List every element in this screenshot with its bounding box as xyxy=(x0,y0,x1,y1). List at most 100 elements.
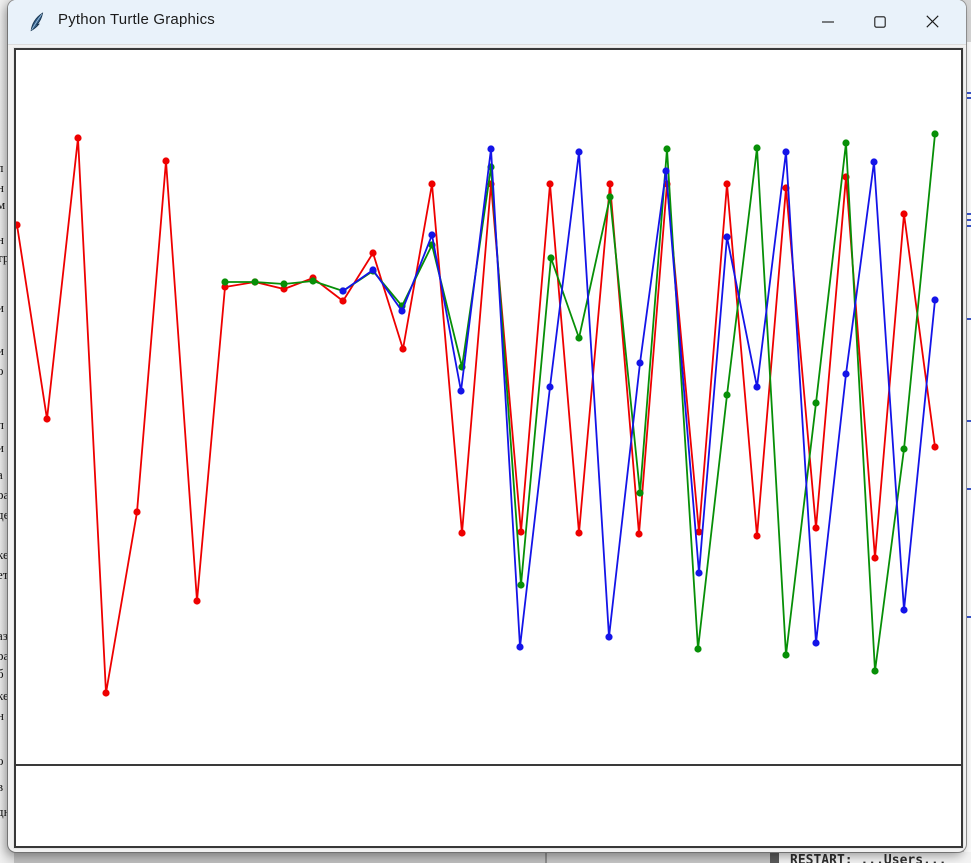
blue-series-point xyxy=(753,383,760,390)
background-text-fragment: о xyxy=(0,363,4,379)
background-text-mark xyxy=(967,97,971,99)
blue-series-point xyxy=(782,148,789,155)
green-series-point xyxy=(842,139,849,146)
red-series-point xyxy=(369,249,376,256)
green-series-point xyxy=(900,445,907,452)
blue-series-point xyxy=(723,233,730,240)
background-text-fragment: и xyxy=(0,343,4,359)
background-text-fragment: в xyxy=(0,779,3,795)
background-text-fragment: н xyxy=(0,708,4,724)
green-series-point xyxy=(636,489,643,496)
background-text-fragment: н xyxy=(0,180,4,196)
red-series-point xyxy=(871,554,878,561)
bottom-strip-segment xyxy=(547,852,770,863)
red-series-point xyxy=(102,689,109,696)
background-text-fragment: и xyxy=(0,440,4,456)
green-series-point xyxy=(251,278,258,285)
close-button[interactable] xyxy=(906,0,958,43)
turtle-canvas xyxy=(14,48,963,848)
bottom-strip-segment xyxy=(0,852,545,863)
blue-series-point xyxy=(546,383,553,390)
blue-series-point xyxy=(662,167,669,174)
red-series-point xyxy=(193,597,200,604)
background-text-fragment: л xyxy=(0,160,4,176)
blue-series-point xyxy=(339,287,346,294)
green-series-point xyxy=(694,645,701,652)
red-series-point xyxy=(517,528,524,535)
blue-series-point xyxy=(369,266,376,273)
red-series-point xyxy=(931,443,938,450)
red-series-line xyxy=(17,138,935,693)
red-series-point xyxy=(900,210,907,217)
red-series-point xyxy=(74,134,81,141)
green-series-point xyxy=(931,130,938,137)
minimize-button[interactable] xyxy=(802,0,854,43)
blue-series-point xyxy=(870,158,877,165)
green-series-point xyxy=(723,391,730,398)
green-series-point xyxy=(663,145,670,152)
green-series-point xyxy=(782,651,789,658)
green-series-point xyxy=(812,399,819,406)
red-series-point xyxy=(635,530,642,537)
title-bar[interactable]: Python Turtle Graphics xyxy=(8,0,966,45)
blue-series-line xyxy=(343,149,935,647)
background-text-mark xyxy=(967,616,971,618)
maximize-icon xyxy=(874,16,886,28)
blue-series-point xyxy=(575,148,582,155)
background-text-mark xyxy=(967,219,971,221)
blue-series-point xyxy=(636,359,643,366)
background-text-fragment: н xyxy=(0,232,4,248)
red-series-point xyxy=(133,508,140,515)
blue-series-point xyxy=(812,639,819,646)
idle-shell-strip: RESTART: ...Users... xyxy=(779,852,971,863)
background-text-fragment: о xyxy=(0,753,4,769)
blue-series-point xyxy=(900,606,907,613)
background-text-mark xyxy=(967,420,971,422)
blue-series-point xyxy=(931,296,938,303)
green-series-point xyxy=(575,334,582,341)
green-series-point xyxy=(517,581,524,588)
blue-series-point xyxy=(398,307,405,314)
bottom-strip-divider xyxy=(770,852,779,863)
blue-series-point xyxy=(605,633,612,640)
background-text-mark xyxy=(967,213,971,215)
red-series-point xyxy=(428,180,435,187)
background-text-fragment: п xyxy=(0,417,4,433)
green-series-point xyxy=(753,144,760,151)
green-series-line xyxy=(225,134,935,671)
idle-restart-text: RESTART: ...Users... xyxy=(790,853,947,863)
red-series-point xyxy=(399,345,406,352)
blue-series-point xyxy=(516,643,523,650)
red-series-point xyxy=(606,180,613,187)
background-text-fragment: а xyxy=(0,467,3,483)
background-text-fragment: б xyxy=(0,666,4,682)
blue-series-point xyxy=(487,145,494,152)
background-text-fragment: и xyxy=(0,300,4,316)
red-series-point xyxy=(575,529,582,536)
red-series-point xyxy=(812,524,819,531)
red-series-point xyxy=(723,180,730,187)
turtle-drawing xyxy=(16,50,961,846)
red-series-point xyxy=(753,532,760,539)
turtle-window: Python Turtle Graphics xyxy=(8,0,966,852)
red-series-point xyxy=(162,157,169,164)
background-text-fragment: аз xyxy=(0,628,8,644)
minimize-icon xyxy=(822,16,834,28)
green-series-point xyxy=(871,667,878,674)
red-series-point xyxy=(546,180,553,187)
blue-series-point xyxy=(842,370,849,377)
red-series-point xyxy=(43,415,50,422)
green-series-point xyxy=(221,278,228,285)
green-series-point xyxy=(309,277,316,284)
window-controls xyxy=(802,0,958,43)
blue-series-point xyxy=(457,387,464,394)
blue-series-point xyxy=(695,569,702,576)
tk-feather-icon xyxy=(28,12,46,32)
close-icon xyxy=(926,15,939,28)
blue-series-point xyxy=(428,231,435,238)
red-series-point xyxy=(16,221,21,228)
red-series-point xyxy=(458,529,465,536)
background-text-mark xyxy=(967,225,971,227)
maximize-button[interactable] xyxy=(854,0,906,43)
background-text-mark xyxy=(967,488,971,490)
